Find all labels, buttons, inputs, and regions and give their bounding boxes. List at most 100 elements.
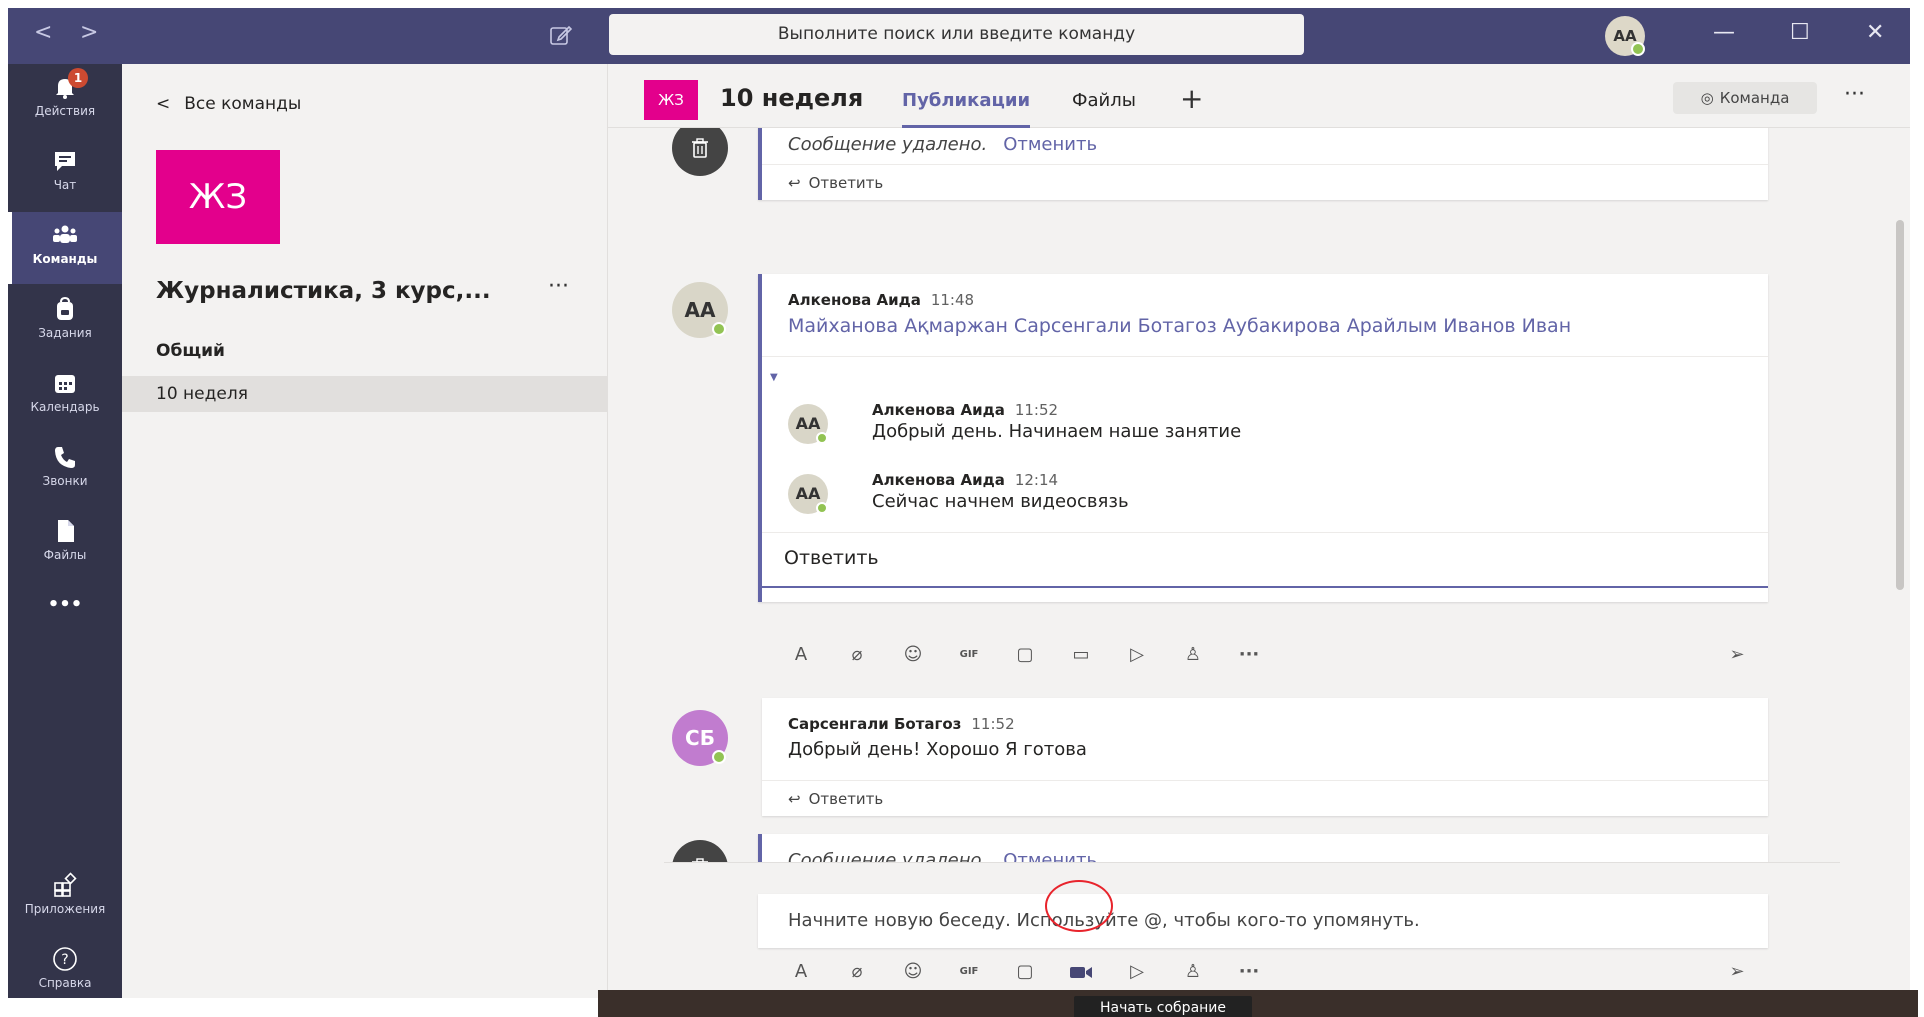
compose-format-toolbar: A ⌀ ☺ GIF ▢ ▷ ♙ ··· ➢ (786, 957, 1766, 987)
rail-item-assignments[interactable]: Задания (8, 286, 122, 358)
team-more-options-button[interactable]: ··· (548, 274, 569, 299)
forward-button[interactable]: > (80, 20, 98, 45)
praise-icon[interactable]: ♙ (1178, 640, 1208, 670)
reply-arrow-icon: ↩ (788, 790, 801, 808)
thread-root-message: Алкенова Аида 11:48 Майханова Ақмаржан Са… (762, 274, 1768, 356)
all-teams-label: Все команды (184, 94, 302, 114)
undo-delete-link[interactable]: Отменить (1003, 134, 1097, 155)
message-time: 11:48 (930, 291, 975, 309)
new-conversation-box[interactable]: Начните новую беседу. Используйте @, что… (758, 894, 1768, 948)
rail-label: Календарь (30, 400, 100, 414)
meet-now-tooltip: Начать собрание (1074, 996, 1252, 1017)
message-text: Сейчас начнем видеосвязь (872, 491, 1129, 512)
gif-icon[interactable]: GIF (954, 640, 984, 670)
team-name: Журналистика, 3 курс,... (156, 278, 491, 304)
message-sender[interactable]: Алкенова Аида (788, 291, 921, 309)
maximize-button[interactable]: ☐ (1790, 20, 1810, 45)
new-chat-icon[interactable] (548, 22, 574, 48)
rail-item-files[interactable]: Файлы (8, 508, 122, 580)
tab-files[interactable]: Файлы (1072, 90, 1136, 111)
file-icon (58, 520, 74, 542)
avatar-initials: СБ (685, 726, 715, 750)
rail-label: Файлы (43, 548, 87, 562)
stream-icon[interactable]: ▷ (1122, 957, 1152, 987)
message-sender[interactable]: Алкенова Аида (872, 401, 1005, 419)
deleted-message-text: Сообщение удалено. (788, 134, 988, 155)
collapse-all-link[interactable]: ▼ (762, 356, 1768, 392)
format-icon[interactable]: A (786, 640, 816, 670)
undo-delete-link[interactable]: Отменить (1003, 850, 1097, 862)
send-icon[interactable]: ➢ (1722, 640, 1752, 670)
gif-icon[interactable]: GIF (954, 957, 984, 987)
rail-item-chat[interactable]: Чат (8, 138, 122, 210)
reply-link[interactable]: ↩ Ответить (762, 780, 1768, 816)
scrollbar-thumb[interactable] (1896, 220, 1904, 590)
avatar[interactable]: AA (672, 282, 728, 338)
presence-available-icon (816, 502, 828, 514)
rail-item-activity[interactable]: 1 Действия (8, 64, 122, 136)
user-avatar[interactable]: AA (1605, 16, 1645, 56)
deleted-message-text: Сообщение удалено. (788, 850, 988, 862)
meet-now-icon[interactable] (1066, 957, 1096, 987)
back-button[interactable]: < (34, 20, 52, 45)
desktop-background (598, 990, 1918, 1017)
team-button[interactable]: ◎ Команда (1673, 82, 1817, 114)
rail-item-teams[interactable]: Команды (8, 212, 122, 284)
meet-now-icon[interactable]: ▭ (1066, 640, 1096, 670)
rail-item-apps[interactable]: Приложения (8, 862, 122, 934)
reply-arrow-icon: ↩ (788, 174, 801, 192)
minimize-button[interactable]: — (1713, 20, 1735, 45)
praise-icon[interactable]: ♙ (1178, 957, 1208, 987)
search-input[interactable]: Выполните поиск или введите команду (609, 14, 1304, 55)
rail-item-calls[interactable]: Звонки (8, 434, 122, 506)
all-teams-link[interactable]: < Все команды (156, 94, 301, 114)
avatar[interactable]: AA (788, 474, 828, 514)
send-icon[interactable]: ➢ (1722, 957, 1752, 987)
trash-icon (692, 138, 708, 158)
stream-icon[interactable]: ▷ (1122, 640, 1152, 670)
message-sender[interactable]: Сарсенгали Ботагоз (788, 715, 961, 733)
avatar[interactable]: AA (788, 404, 828, 444)
close-button[interactable]: ✕ (1866, 20, 1884, 45)
presence-available-icon (1631, 42, 1645, 56)
rail-item-help[interactable]: ? Справка (8, 936, 122, 998)
channel-more-options-button[interactable]: ··· (1844, 82, 1865, 107)
deleted-message-avatar (672, 840, 728, 862)
channel-item-week10[interactable]: 10 неделя (122, 376, 608, 412)
rail-label: Приложения (24, 902, 106, 916)
attach-icon[interactable]: ⌀ (842, 640, 872, 670)
channel-main: ЖЗ 10 неделя Публикации Файлы + ◎ Команда… (608, 64, 1910, 998)
deleted-message-card: Сообщение удалено. Отменить ↩Ответить (758, 128, 1768, 200)
message-feed: Сообщение удалено. Отменить ↩ Ответить AA … (608, 128, 1910, 862)
avatar[interactable]: СБ (672, 710, 728, 766)
rail-label: Команды (32, 252, 98, 266)
team-button-label: Команда (1719, 89, 1790, 107)
more-options-icon[interactable]: ··· (1234, 640, 1264, 670)
message-sender[interactable]: Алкенова Аида (872, 471, 1005, 489)
emoji-icon[interactable]: ☺ (898, 640, 928, 670)
more-options-icon[interactable]: ··· (1234, 957, 1264, 987)
reply-link[interactable]: ↩ Ответить (762, 164, 1768, 200)
sticker-icon[interactable]: ▢ (1010, 957, 1040, 987)
sticker-icon[interactable]: ▢ (1010, 640, 1040, 670)
avatar-initials: AA (795, 484, 821, 503)
mention-list[interactable]: Майханова Ақмаржан Сарсенгали Ботагоз Ау… (788, 315, 1742, 337)
attach-icon[interactable]: ⌀ (842, 957, 872, 987)
rail-label: Действия (34, 104, 96, 118)
message-text: Добрый день! Хорошо Я готова (788, 739, 1087, 760)
add-tab-button[interactable]: + (1180, 82, 1203, 115)
emoji-icon[interactable]: ☺ (898, 957, 928, 987)
format-icon[interactable]: A (786, 957, 816, 987)
channel-item-general[interactable]: Общий (156, 341, 225, 361)
presence-available-icon (712, 750, 726, 764)
rail-item-calendar[interactable]: Календарь (8, 360, 122, 432)
thread-reply: AA Алкенова Аида 12:14 Сейчас начнем виде… (762, 462, 1768, 532)
chat-icon (55, 152, 75, 171)
channel-header: ЖЗ 10 неделя Публикации Файлы + ◎ Команда… (608, 64, 1910, 128)
tab-posts[interactable]: Публикации (902, 90, 1031, 128)
thread-card: Алкенова Аида 11:48 Майханова Ақмаржан Са… (758, 274, 1768, 602)
more-apps-button[interactable]: ••• (8, 594, 122, 634)
channel-team-avatar: ЖЗ (644, 80, 698, 120)
reply-input[interactable]: Ответить (762, 532, 1768, 588)
deleted-message-card: Сообщение удалено.Отменить ↩Ответить (758, 834, 1768, 862)
